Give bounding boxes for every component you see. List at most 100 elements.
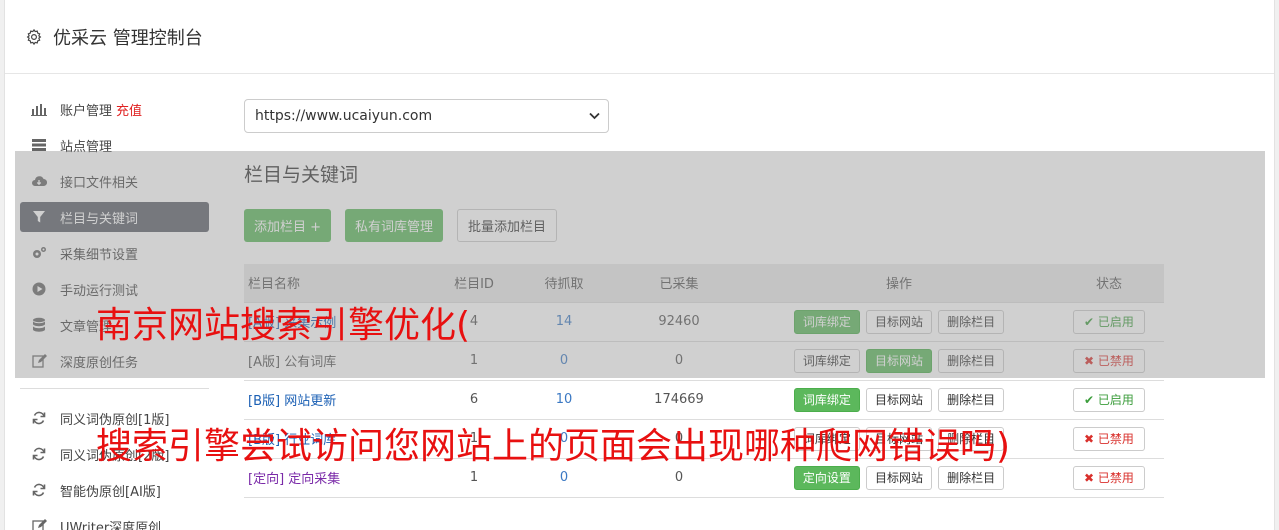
sidebar-item-ai-original[interactable]: 智能伪原创[AI版] xyxy=(20,475,209,505)
filter-icon xyxy=(31,209,47,225)
status-label: 已启用 xyxy=(1097,393,1134,407)
version-tag: [定向] xyxy=(248,472,285,487)
gear-icon xyxy=(26,28,42,45)
watermark-line-2: 搜索引擎尝试访问您网站上的页面会出现哪种爬网错误吗) xyxy=(96,426,1011,467)
delete-column-button[interactable]: 删除栏目 xyxy=(938,465,1005,490)
header-operations: 操作 xyxy=(744,264,1054,303)
sidebar-item-label: UWriter深度原创 xyxy=(60,520,162,530)
bind-lexicon-button[interactable]: 词库绑定 xyxy=(793,387,860,412)
add-column-button[interactable]: 添加栏目 + xyxy=(244,209,332,242)
column-name: 公有词库 xyxy=(284,355,337,370)
close-icon: ✖ xyxy=(1084,431,1098,446)
play-circle-icon xyxy=(31,281,47,297)
column-id: 6 xyxy=(434,380,514,420)
sidebar-divider xyxy=(20,388,209,389)
edit-icon xyxy=(31,353,47,369)
status-cell: ✖ 已禁用 xyxy=(1054,341,1164,381)
toolbar: 添加栏目 + 私有词库管理 批量添加栏目 xyxy=(244,209,1164,242)
collected-count: 0 xyxy=(614,341,744,381)
sidebar-item-interface[interactable]: 接口文件相关 xyxy=(20,166,209,196)
status-disabled-button[interactable]: ✖ 已禁用 xyxy=(1073,348,1145,373)
version-tag: [A版] xyxy=(248,355,281,370)
bind-lexicon-button[interactable]: 词库绑定 xyxy=(793,309,860,334)
target-site-button[interactable]: 目标网站 xyxy=(865,309,932,334)
target-site-button[interactable]: 目标网站 xyxy=(865,387,932,412)
status-label: 已禁用 xyxy=(1097,354,1134,368)
status-enabled-button[interactable]: ✔ 已启用 xyxy=(1073,387,1145,412)
header-status: 状态 xyxy=(1054,264,1164,303)
refresh-icon xyxy=(31,410,47,426)
target-site-button[interactable]: 目标网站 xyxy=(865,348,932,373)
edit-icon xyxy=(31,518,47,530)
private-lexicon-button[interactable]: 私有词库管理 xyxy=(345,209,444,242)
pending-count[interactable]: 0 xyxy=(514,341,614,381)
operations-cell: 词库绑定 目标网站 删除栏目 xyxy=(744,302,1054,342)
status-cell: ✔ 已启用 xyxy=(1054,380,1164,420)
cogs-icon xyxy=(31,245,47,261)
bar-chart-icon xyxy=(31,101,47,117)
operations-cell: 词库绑定 目标网站 删除栏目 xyxy=(744,341,1054,381)
sidebar-item-sites[interactable]: 站点管理 xyxy=(20,130,209,160)
header-collected: 已采集 xyxy=(614,264,744,303)
bind-lexicon-button[interactable]: 词库绑定 xyxy=(793,348,860,373)
column-link[interactable]: [定向] 定向采集 xyxy=(248,472,340,487)
status-disabled-button[interactable]: ✖ 已禁用 xyxy=(1073,465,1145,490)
sidebar-item-label: 智能伪原创[AI版] xyxy=(60,484,161,500)
sidebar-item-label: 账户管理 xyxy=(60,103,113,119)
page-header: 优采云 管理控制台 xyxy=(5,0,1274,74)
collected-count: 174669 xyxy=(614,380,744,420)
watermark-line-1: 南京网站搜索引擎优化( xyxy=(96,305,471,346)
chevron-down-icon xyxy=(589,112,600,120)
refresh-icon xyxy=(31,482,47,498)
sidebar-item-columns[interactable]: 栏目与关键词 xyxy=(20,202,209,232)
delete-column-button[interactable]: 删除栏目 xyxy=(938,348,1005,373)
site-select-value: https://www.ucaiyun.com xyxy=(255,108,433,124)
close-icon: ✖ xyxy=(1084,470,1098,485)
status-cell: ✖ 已禁用 xyxy=(1054,419,1164,459)
refresh-icon xyxy=(31,446,47,462)
status-label: 已禁用 xyxy=(1097,471,1134,485)
sidebar-item-deep-original[interactable]: 深度原创任务 xyxy=(20,346,209,376)
sidebar-item-label: 深度原创任务 xyxy=(60,355,139,371)
pending-count[interactable]: 10 xyxy=(514,380,614,420)
target-site-button[interactable]: 目标网站 xyxy=(865,465,932,490)
batch-add-column-button[interactable]: 批量添加栏目 xyxy=(457,209,558,242)
sidebar-item-uwriter[interactable]: UWriter深度原创 xyxy=(20,511,209,530)
section-title: 栏目与关键词 xyxy=(244,164,359,186)
status-cell: ✔ 已启用 xyxy=(1054,302,1164,342)
page-title: 优采云 管理控制台 xyxy=(53,27,203,49)
column-name: 网站更新 xyxy=(284,394,337,409)
recharge-link[interactable]: 充值 xyxy=(116,100,142,119)
status-label: 已启用 xyxy=(1097,315,1134,329)
delete-column-button[interactable]: 删除栏目 xyxy=(938,387,1005,412)
check-icon: ✔ xyxy=(1084,314,1098,329)
close-icon: ✖ xyxy=(1084,353,1098,368)
delete-column-button[interactable]: 删除栏目 xyxy=(938,309,1005,334)
sidebar-item-label: 接口文件相关 xyxy=(60,175,139,191)
version-tag: [B版] xyxy=(248,394,281,409)
header-pending: 待抓取 xyxy=(514,264,614,303)
sidebar-item-collect-settings[interactable]: 采集细节设置 xyxy=(20,238,209,268)
status-label: 已禁用 xyxy=(1097,432,1134,446)
sidebar-item-account[interactable]: 账户管理 充值 xyxy=(20,94,209,124)
column-name: 定向采集 xyxy=(288,472,341,487)
column-name-cell: [B版] 网站更新 xyxy=(244,380,434,420)
database-icon xyxy=(31,317,47,333)
pending-count[interactable]: 14 xyxy=(514,302,614,342)
status-cell: ✖ 已禁用 xyxy=(1054,458,1164,498)
check-icon: ✔ xyxy=(1084,392,1098,407)
status-disabled-button[interactable]: ✖ 已禁用 xyxy=(1073,426,1145,451)
status-enabled-button[interactable]: ✔ 已启用 xyxy=(1073,309,1145,334)
sidebar-item-label: 采集细节设置 xyxy=(60,247,139,263)
directed-settings-button[interactable]: 定向设置 xyxy=(793,465,860,490)
cloud-download-icon xyxy=(31,173,47,189)
server-icon xyxy=(31,137,47,153)
table-row: [B版] 网站更新 6 10 174669 词库绑定 目标网站 删除栏目 ✔ 已… xyxy=(244,380,1164,420)
collected-count: 92460 xyxy=(614,302,744,342)
column-link[interactable]: [A版] 公有词库 xyxy=(248,355,336,370)
sidebar-item-label: 站点管理 xyxy=(60,139,113,155)
column-link[interactable]: [B版] 网站更新 xyxy=(248,394,336,409)
sidebar-item-label: 栏目与关键词 xyxy=(60,211,139,227)
site-select[interactable]: https://www.ucaiyun.com xyxy=(244,99,609,133)
operations-cell: 词库绑定 目标网站 删除栏目 xyxy=(744,380,1054,420)
